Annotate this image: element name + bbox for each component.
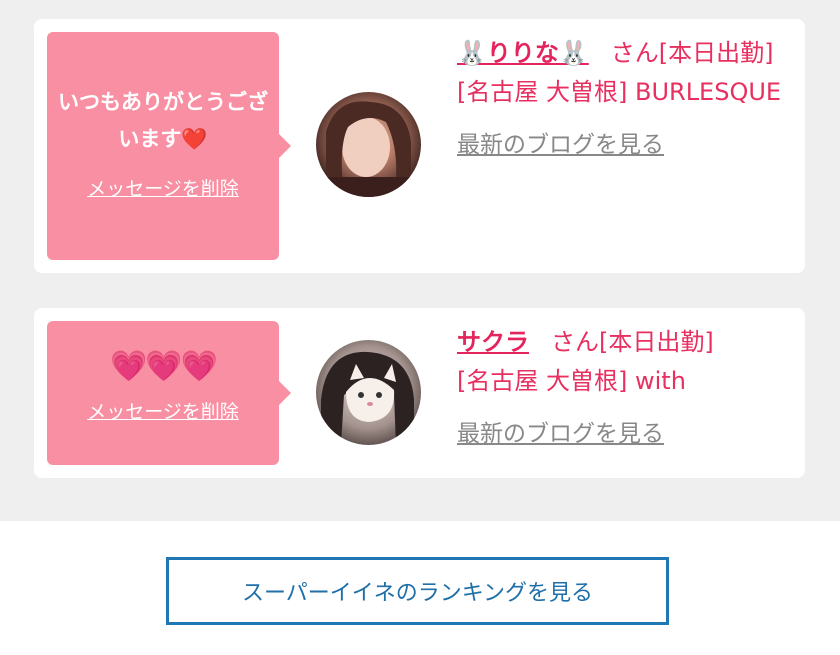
message-text: 💗💗💗 <box>109 349 218 384</box>
super-like-ranking-button[interactable]: スーパーイイネのランキングを見る <box>166 557 669 625</box>
sender-info: 🐰りりな🐰 さん[本日出勤] [名古屋 大曽根] BURLESQUE 最新のブログ… <box>457 34 797 165</box>
latest-blog-link[interactable]: 最新のブログを見る <box>457 415 664 454</box>
sender-name-link[interactable]: サクラ <box>457 328 529 356</box>
message-card: いつもありがとうございます❤️ メッセージを削除 🐰りりな🐰 さん[本日出勤] … <box>34 19 805 273</box>
shop-name: [名古屋 大曽根] BURLESQUE <box>457 78 782 106</box>
avatar-image <box>316 340 421 445</box>
sender-status: さん[本日出勤] <box>551 328 714 356</box>
delete-message-link[interactable]: メッセージを削除 <box>87 397 239 424</box>
avatar-image <box>316 92 421 197</box>
message-bubble: 💗💗💗 メッセージを削除 <box>47 321 291 465</box>
super-like-feed: いつもありがとうございます❤️ メッセージを削除 🐰りりな🐰 さん[本日出勤] … <box>0 0 840 521</box>
message-text: いつもありがとうございます❤️ <box>58 90 268 151</box>
message-bubble: いつもありがとうございます❤️ メッセージを削除 <box>47 32 291 260</box>
message-card: 💗💗💗 メッセージを削除 サクラ さん[本日出勤] [名古屋 大曽根] with… <box>34 308 805 478</box>
sender-status: さん[本日出勤] <box>610 39 774 67</box>
latest-blog-link[interactable]: 最新のブログを見る <box>457 126 664 165</box>
avatar[interactable] <box>316 92 421 197</box>
sender-name-link[interactable]: 🐰りりな🐰 <box>457 39 589 67</box>
shop-name: [名古屋 大曽根] with <box>457 367 686 395</box>
sender-info: サクラ さん[本日出勤] [名古屋 大曽根] with 最新のブログを見る <box>457 323 797 454</box>
delete-message-link[interactable]: メッセージを削除 <box>87 174 239 201</box>
avatar[interactable] <box>316 340 421 445</box>
